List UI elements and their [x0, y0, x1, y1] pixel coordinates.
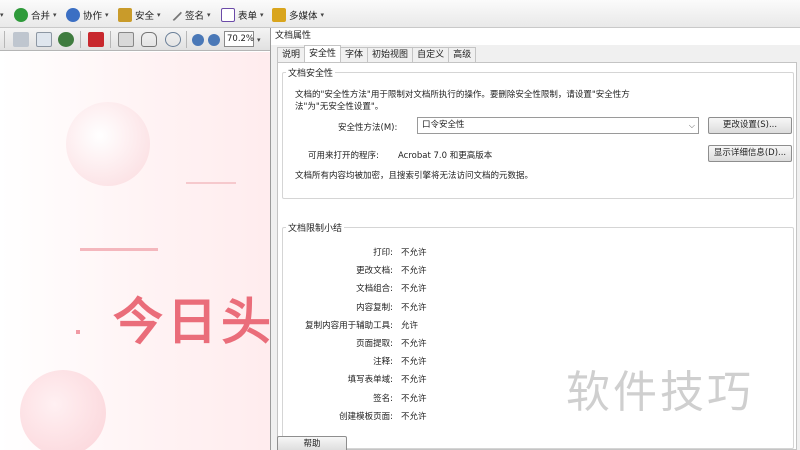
restriction-name: 注释: — [373, 357, 393, 368]
select-cursor-icon[interactable] — [118, 32, 134, 47]
document-page: 今日头 — [0, 52, 270, 450]
form-icon — [221, 8, 235, 22]
restriction-value: 不允许 — [401, 302, 427, 313]
restriction-name: 文档组合: — [356, 284, 393, 295]
tab-security[interactable]: 安全性 — [304, 45, 342, 62]
acrobat-toolbar: 70.2% ▾ — [0, 28, 270, 51]
restriction-row: 复制内容用于辅助工具: 允许 — [283, 317, 533, 335]
decor-line — [80, 248, 158, 251]
collaborate-icon — [66, 8, 80, 22]
document-security-label: 文档安全性 — [286, 66, 336, 79]
chevron-down-icon: ⌵ — [688, 121, 695, 130]
toolbar-separator — [80, 31, 81, 48]
compatibility-value: Acrobat 7.0 和更高版本 — [398, 151, 493, 161]
encryption-note: 文档所有内容均被加密，且搜索引擎将无法访问文档的元数据。 — [295, 171, 534, 181]
hand-tool-icon[interactable] — [141, 32, 157, 47]
tab-description[interactable]: 说明 — [277, 47, 306, 62]
zoom-out-icon[interactable] — [192, 34, 204, 46]
restriction-name: 内容复制: — [356, 302, 393, 313]
restriction-value: 不允许 — [401, 375, 427, 386]
document-title: 今日头 — [113, 293, 270, 351]
globe-icon[interactable] — [58, 32, 74, 47]
restriction-name: 打印: — [373, 248, 393, 258]
show-details-button[interactable]: 显示详细信息(D)... — [708, 145, 792, 162]
menu-sign[interactable]: 签名 ▾ — [169, 6, 211, 24]
pen-icon — [169, 8, 183, 22]
zoom-in-icon[interactable] — [208, 34, 220, 46]
restriction-name: 创建模板页面: — [339, 411, 393, 422]
restriction-name: 复制内容用于辅助工具: — [305, 320, 393, 331]
toolbar-separator — [110, 31, 111, 48]
restriction-value: 不允许 — [401, 357, 427, 368]
email-icon[interactable] — [36, 32, 52, 47]
combine-icon — [14, 8, 28, 22]
zoom-tool-icon[interactable] — [165, 32, 181, 47]
restriction-name: 更改文档: — [356, 266, 393, 277]
restriction-name: 填写表单域: — [347, 375, 393, 386]
help-button[interactable]: 帮助 — [277, 436, 347, 450]
watermark: 软件技巧 — [566, 367, 754, 418]
tab-initial-view[interactable]: 初始视图 — [367, 47, 414, 62]
menu-security[interactable]: 安全 ▾ — [118, 6, 161, 24]
compatibility-label: 可用来打开的程序: — [308, 151, 379, 161]
toolbar-separator — [186, 31, 187, 48]
security-description: 文档的"安全性方法"用于限制对文档所执行的操作。要删除安全性限制，请设置"安全性… — [295, 90, 630, 112]
decor-circle — [66, 102, 150, 186]
restriction-name: 签名: — [373, 393, 393, 404]
toolbar-separator — [4, 31, 5, 48]
tab-advanced[interactable]: 高级 — [448, 47, 477, 62]
document-security-group: 文档安全性 文档的"安全性方法"用于限制对文档所执行的操作。要删除安全性限制，请… — [282, 66, 794, 199]
restriction-row: 更改文档: 不允许 — [283, 262, 533, 280]
restriction-row: 签名: 不允许 — [283, 390, 533, 408]
security-method-label: 安全性方法(M): — [338, 123, 398, 133]
tab-custom[interactable]: 自定义 — [412, 47, 450, 62]
security-method-value: 口令安全性 — [422, 120, 465, 130]
restrictions-summary-label: 文档限制小结 — [286, 221, 345, 234]
restriction-value: 不允许 — [401, 339, 427, 349]
lock-icon — [118, 8, 132, 22]
tab-fonts[interactable]: 字体 — [340, 47, 369, 62]
security-method-select[interactable]: 口令安全性 ⌵ — [417, 117, 699, 134]
restriction-row: 页面提取: 不允许 — [283, 335, 533, 353]
change-settings-button[interactable]: 更改设置(S)... — [708, 117, 792, 134]
restriction-name: 页面提取: — [356, 339, 393, 349]
restriction-row: 注释: 不允许 — [283, 353, 533, 371]
zoom-field[interactable]: 70.2% — [224, 31, 254, 47]
menu-collaborate[interactable]: 协作 ▾ — [66, 6, 109, 24]
restriction-row: 创建模板页面: 不允许 — [283, 408, 533, 426]
menu-partial[interactable]: ▾ — [0, 6, 4, 24]
restriction-row: 填写表单域: 不允许 — [283, 371, 533, 389]
restriction-row: 文档组合: 不允许 — [283, 280, 533, 298]
restriction-value: 不允许 — [401, 411, 427, 422]
zoom-dropdown-icon[interactable]: ▾ — [257, 36, 261, 44]
decor-circle — [20, 370, 106, 450]
restriction-row: 内容复制: 不允许 — [283, 299, 533, 317]
restriction-value: 不允许 — [401, 248, 427, 258]
restriction-value: 不允许 — [401, 266, 427, 277]
decor-dot — [76, 330, 80, 334]
multimedia-icon — [272, 8, 286, 22]
menu-multimedia[interactable]: 多媒体 ▾ — [272, 6, 324, 24]
pdf-icon[interactable] — [88, 32, 104, 47]
save-icon[interactable] — [13, 32, 29, 47]
menu-combine[interactable]: 合并 ▾ — [14, 6, 57, 24]
decor-line — [186, 182, 236, 184]
restriction-value: 不允许 — [401, 393, 427, 404]
restriction-value: 不允许 — [401, 284, 427, 295]
dialog-title: 文档属性 — [271, 28, 800, 45]
dialog-tabs: 说明 安全性 字体 初始视图 自定义 高级 — [277, 45, 477, 62]
acrobat-task-bar: ▾ 合并 ▾ 协作 ▾ 安全 ▾ 签名 ▾ 表单 ▾ 多媒体 ▾ — [0, 0, 800, 28]
menu-forms[interactable]: 表单 ▾ — [221, 6, 264, 24]
restriction-row: 打印: 不允许 — [283, 244, 533, 262]
restriction-value: 允许 — [401, 320, 419, 331]
